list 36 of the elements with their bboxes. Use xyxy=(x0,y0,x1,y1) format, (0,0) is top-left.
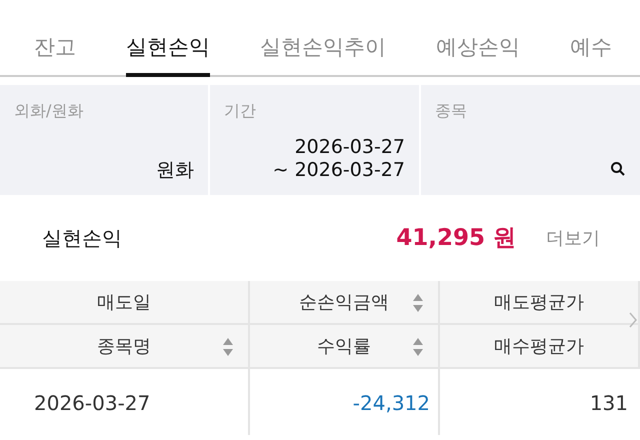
more-link[interactable]: 더보기 xyxy=(546,224,600,252)
column-header[interactable]: 매수평균가 xyxy=(440,325,640,369)
column-header[interactable]: 매도일 xyxy=(0,281,250,325)
tab[interactable]: 예수 xyxy=(570,0,612,77)
filter-value: 2026-03-27 xyxy=(294,136,405,160)
column-header[interactable]: 수익률 xyxy=(250,325,440,369)
search-icon[interactable] xyxy=(610,161,626,177)
sort-icon[interactable] xyxy=(412,293,424,313)
header-label: 매도평균가 xyxy=(494,290,584,314)
filter-value: 원화 xyxy=(155,159,194,183)
filter-field[interactable]: 외화/원화 원화 xyxy=(0,85,208,195)
filter-label: 종목 xyxy=(435,100,468,122)
header-label: 종목명 xyxy=(97,334,151,358)
tab[interactable]: 예상손익 xyxy=(436,0,520,77)
table-cell-text: 2026-03-27 xyxy=(34,390,152,417)
filter-label: 외화/원화 xyxy=(14,100,84,122)
header-label: 순손익금액 xyxy=(299,290,389,314)
header-label: 수익률 xyxy=(317,334,371,358)
tab[interactable]: 실현손익 xyxy=(126,0,210,77)
filter-label: 기간 xyxy=(224,100,257,122)
column-header[interactable]: 매도평균가 xyxy=(440,281,640,325)
column-header[interactable]: 종목명 xyxy=(0,325,250,369)
table-cell-text: -24,312 xyxy=(352,390,430,417)
header-label: 매도일 xyxy=(97,290,151,314)
summary-amount: 41,295 원 xyxy=(396,224,516,253)
tab[interactable]: 잔고 xyxy=(34,0,76,77)
tab[interactable]: 실현손익추이 xyxy=(260,0,386,77)
summary-title: 실현손익 xyxy=(42,225,122,252)
table-cell-text: 131 xyxy=(588,390,628,417)
sort-icon[interactable] xyxy=(412,337,424,357)
header-label: 매수평균가 xyxy=(494,334,584,358)
chevron-right-icon[interactable] xyxy=(628,311,638,329)
filter-value: ~ 2026-03-27 xyxy=(272,159,405,183)
filter-field[interactable]: 기간 2026-03-27 ~ 2026-03-27 xyxy=(210,85,419,195)
sort-icon[interactable] xyxy=(222,337,234,357)
column-header[interactable]: 순손익금액 xyxy=(250,281,440,325)
